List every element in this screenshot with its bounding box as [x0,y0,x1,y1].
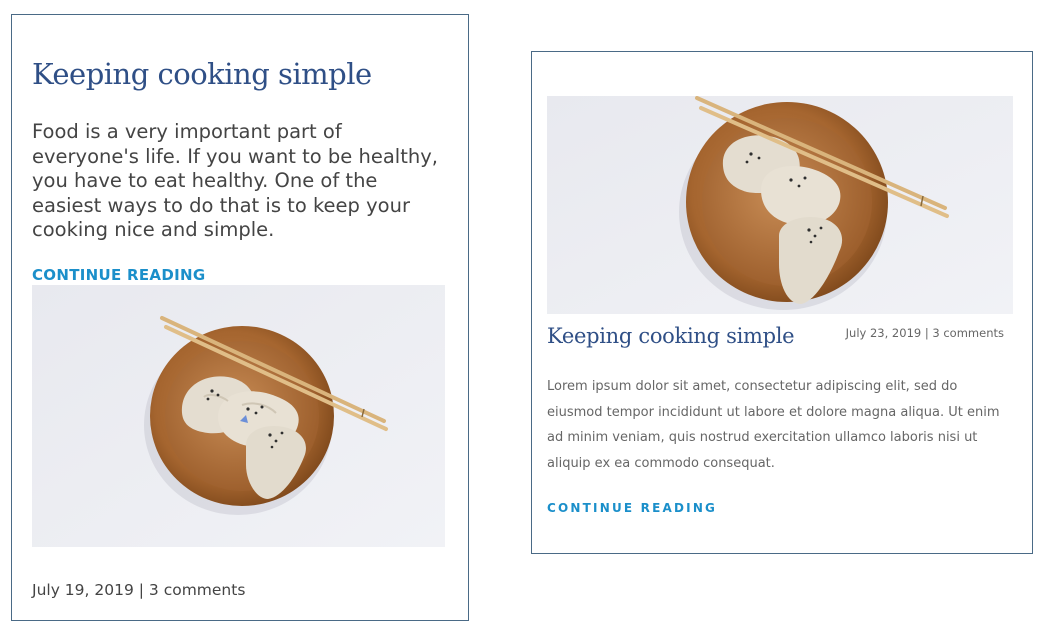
post-excerpt: Lorem ipsum dolor sit amet, consectetur … [547,379,1000,471]
post-meta: July 19, 2019 | 3 comments [32,581,246,599]
post-excerpt: Food is a very important part of everyon… [32,120,438,241]
post-image[interactable] [32,285,445,547]
post-title[interactable]: Keeping cooking simple [32,57,372,91]
continue-reading-link[interactable]: CONTINUE READING [547,501,717,515]
post-image[interactable] [547,96,1013,314]
post-title[interactable]: Keeping cooking simple [547,324,795,348]
blog-card-showcase: Keeping cooking simple Food is a very im… [0,0,1056,631]
post-meta: July 23, 2019 | 3 comments [845,326,1004,340]
blog-card-vertical: Keeping cooking simple Food is a very im… [11,14,469,621]
continue-reading-link[interactable]: CONTINUE READING [32,266,205,284]
blog-card-compact: Keeping cooking simple July 23, 2019 | 3… [531,51,1033,554]
